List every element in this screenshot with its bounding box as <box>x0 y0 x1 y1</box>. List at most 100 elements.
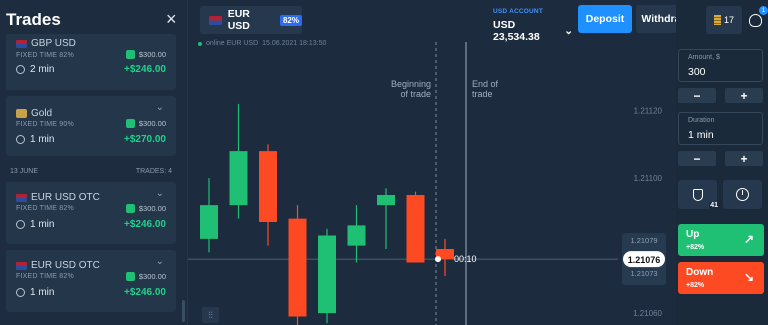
panel-title: Trades <box>6 10 61 29</box>
notifications-button[interactable]: 17 <box>706 6 742 34</box>
amount-label: Amount, $ <box>688 54 720 61</box>
down-button[interactable]: Down +82% ↘ <box>678 262 764 294</box>
trade-fixed-time: FIXED TIME 82% <box>16 273 74 280</box>
duration-field[interactable]: Duration 1 min <box>678 112 763 145</box>
clock-icon <box>16 220 25 229</box>
trade-stake: $300.00 <box>138 50 166 59</box>
amount-decrease-button[interactable]: − <box>678 88 716 103</box>
price-chart[interactable]: Beginningof trade End oftrade 1.21120 1.211… <box>188 0 676 325</box>
begin-trade-label: Beginning <box>391 79 431 89</box>
trade-duration: 1 min <box>30 134 55 145</box>
chevron-down-icon[interactable]: ⌄ <box>156 188 164 199</box>
chevron-down-icon[interactable]: ⌄ <box>156 102 164 113</box>
shield-count: 41 <box>709 202 719 209</box>
shield-button[interactable]: 41 <box>678 180 719 209</box>
money-icon <box>125 50 135 59</box>
pending-trade-button[interactable] <box>723 180 762 209</box>
trade-asset: EUR USD OTC <box>31 192 100 203</box>
coins-icon <box>713 15 721 25</box>
trade-card[interactable]: GBP USD FIXED TIME 82% $300.00 2 min +$2… <box>6 34 176 90</box>
asset-selector-button[interactable]: EUR USD 82% <box>200 6 302 34</box>
account-balance: USD 23,534.38 <box>493 19 540 43</box>
chart-timestamp: 15.06.2021 18:13:50 <box>262 40 327 47</box>
trade-stake: $300.00 <box>138 204 166 213</box>
candle-body <box>259 151 277 222</box>
chart-status-text: online EUR USD <box>206 40 259 47</box>
price-tick-label: 1.21060 <box>633 309 662 318</box>
duration-label: Duration <box>688 117 715 124</box>
candles-icon[interactable]: ⫶⫶ <box>202 307 219 323</box>
clock-icon <box>16 288 25 297</box>
money-icon <box>125 204 135 213</box>
trade-profit: +$246.00 <box>124 64 166 75</box>
day-header: 13 JUNE TRADES: 4 <box>10 168 172 175</box>
candle-body <box>406 195 425 263</box>
money-icon <box>125 272 135 281</box>
asset-name: EUR USD <box>227 8 250 32</box>
deposit-button[interactable]: Deposit <box>578 5 632 33</box>
gold-icon <box>16 109 27 118</box>
clock-icon <box>16 65 25 74</box>
duration-decrease-button[interactable]: − <box>678 151 716 166</box>
chart-area: Beginning of trade End of trade 1.21120 1.211… <box>188 0 694 325</box>
panel-scrollbar[interactable] <box>182 300 185 322</box>
account-label: USD ACCOUNT <box>493 8 543 15</box>
current-price-label: 1.21076 <box>628 255 661 265</box>
duration-value[interactable]: 1 min <box>688 129 714 141</box>
clock-icon <box>736 188 749 201</box>
trade-profit: +$246.00 <box>124 219 166 230</box>
trade-profit: +$246.00 <box>124 287 166 298</box>
candle-body <box>377 195 395 206</box>
trades-count: TRADES: 4 <box>135 168 172 175</box>
money-icon <box>125 119 135 128</box>
chevron-down-icon: ⌄ <box>564 25 573 37</box>
trade-duration: 1 min <box>30 219 55 230</box>
us-flag-icon <box>209 15 222 25</box>
account-selector[interactable]: USD ACCOUNT USD 23,534.38 ⌄ <box>493 8 573 43</box>
trade-card[interactable]: Gold ⌄ FIXED TIME 90% $300.00 1 min +$27… <box>6 96 176 156</box>
amount-value[interactable]: 300 <box>688 66 706 78</box>
trade-stake: $300.00 <box>138 119 166 128</box>
end-trade-label: End of <box>472 79 499 89</box>
trade-asset: EUR USD OTC <box>31 260 100 271</box>
trade-duration: 1 min <box>30 287 55 298</box>
chevron-down-icon[interactable]: ⌄ <box>156 256 164 267</box>
price-tick-label: 1.21120 <box>634 107 663 116</box>
chart-status: online EUR USD 15.06.2021 18:13:50 <box>198 40 326 47</box>
duration-increase-button[interactable]: + <box>725 151 763 166</box>
candle-body <box>200 205 218 239</box>
clock-icon <box>16 135 25 144</box>
trade-card[interactable]: EUR USD OTC ⌄ FIXED TIME 82% $300.00 1 m… <box>6 182 176 244</box>
shield-icon <box>692 188 703 201</box>
up-label: Up <box>686 229 700 240</box>
user-button[interactable]: 1 <box>744 6 768 34</box>
up-percent: +82% <box>686 244 705 251</box>
trade-asset: Gold <box>31 108 53 119</box>
up-button[interactable]: Up +82% ↗ <box>678 224 764 256</box>
trade-fixed-time: FIXED TIME 90% <box>16 121 74 128</box>
price-ladder-label: 1.21079 <box>630 236 657 245</box>
countdown-label: 00:10 <box>454 254 477 264</box>
amount-increase-button[interactable]: + <box>725 88 763 103</box>
trade-stake: $300.00 <box>138 272 166 281</box>
trade-card[interactable]: EUR USD OTC ⌄ FIXED TIME 82% $300.00 1 m… <box>6 250 176 312</box>
trades-panel: Trades × GBP USD FIXED TIME 82% $300.00 … <box>0 0 188 325</box>
down-percent: +82% <box>686 282 705 289</box>
trade-fixed-time: FIXED TIME 82% <box>16 52 74 59</box>
close-icon[interactable]: × <box>166 10 177 28</box>
us-flag-icon <box>16 193 27 202</box>
trade-duration: 2 min <box>30 64 55 75</box>
candle-body <box>288 218 307 317</box>
payout-badge: 82% <box>279 14 302 26</box>
online-dot-icon <box>198 41 202 46</box>
trading-app: Trades × GBP USD FIXED TIME 82% $300.00 … <box>0 0 768 325</box>
day-label: 13 JUNE <box>10 168 39 175</box>
trade-fixed-time: FIXED TIME 82% <box>16 205 74 212</box>
user-badge: 1 <box>759 6 768 15</box>
candle-body <box>347 225 366 246</box>
down-label: Down <box>686 267 714 278</box>
us-flag-icon <box>16 261 27 270</box>
trade-profit: +$270.00 <box>124 134 166 145</box>
amount-field[interactable]: Amount, $ 300 <box>678 49 763 82</box>
trade-controls: 17 1 Amount, $ 300 − + Duration 1 min − … <box>676 0 768 325</box>
